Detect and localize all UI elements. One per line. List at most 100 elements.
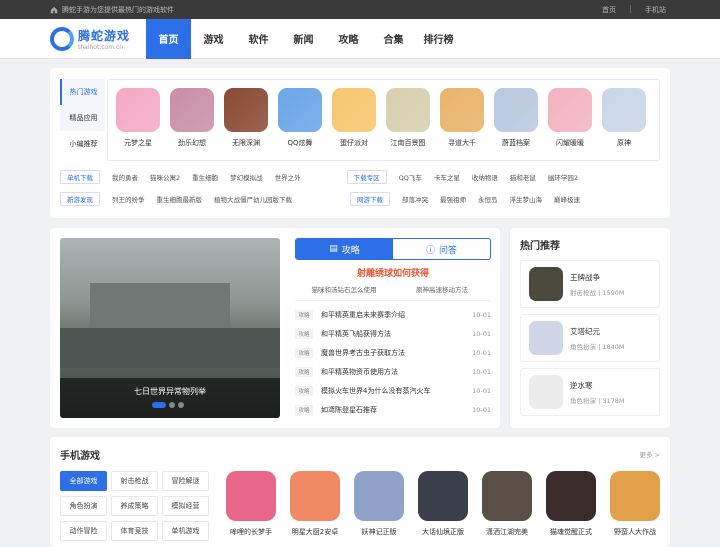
game-icon[interactable] [529, 375, 563, 409]
mobile-game-item[interactable]: 明星大厨2安卓 [290, 471, 340, 537]
tag-online-games[interactable]: 网游下载 [350, 192, 390, 206]
game-name[interactable]: 蛋仔派对 [340, 138, 368, 148]
mobile-game-item[interactable]: 大话仙境正版 [418, 471, 468, 537]
game-name[interactable]: 明星大厨2安卓 [292, 527, 338, 537]
news-title[interactable]: 魔兽世界考古虫子获取方法 [321, 348, 472, 358]
news-title[interactable]: 和平精英物资币使用方法 [321, 367, 472, 377]
link-item[interactable]: 重生细胞 [192, 172, 218, 182]
slider-dot[interactable] [178, 402, 184, 408]
topbar-link-home[interactable]: 首页 [598, 5, 620, 15]
game-icon[interactable] [290, 471, 340, 521]
game-icon[interactable] [226, 471, 276, 521]
news-item[interactable]: 攻略 魔兽世界考古虫子获取方法 10-01 [295, 348, 491, 358]
link-item[interactable]: 收纳物语 [472, 172, 498, 182]
game-icon[interactable] [482, 471, 532, 521]
game-icon[interactable] [354, 471, 404, 521]
game-name[interactable]: 闪耀暖暖 [556, 138, 584, 148]
banner-slider[interactable]: 七日世界异常物列举 [60, 238, 280, 418]
game-icon[interactable] [170, 88, 214, 132]
game-icon[interactable] [332, 88, 376, 132]
hot-game-item[interactable]: 江南百景图 [386, 88, 430, 148]
tab-hot-games[interactable]: 热门游戏 [60, 79, 105, 105]
category-filter[interactable]: 动作冒险 [60, 521, 107, 541]
news-title[interactable]: 和平精英飞船获得方法 [321, 329, 472, 339]
link-item[interactable]: 永恒岛 [478, 194, 498, 204]
link-item[interactable]: 列王的纷争 [112, 194, 145, 204]
nav-rankings[interactable]: 排行榜 [416, 19, 461, 59]
hot-game-item[interactable]: 寻道大千 [440, 88, 484, 148]
hot-game-item[interactable]: 元梦之星 [116, 88, 160, 148]
site-logo[interactable]: 腾蛇游戏 thaihot.com.cn [50, 26, 146, 51]
game-icon[interactable] [440, 88, 484, 132]
game-icon[interactable] [116, 88, 160, 132]
link-item[interactable]: 我的勇者 [112, 172, 138, 182]
news-item[interactable]: 攻略 如鸢陈登星石推荐 10-01 [295, 405, 491, 415]
game-name[interactable]: 野蛮人大作战 [614, 527, 656, 537]
nav-collections[interactable]: 合集 [371, 19, 416, 59]
link-item[interactable]: 卡车之星 [434, 172, 460, 182]
game-name[interactable]: 蔚蓝档案 [502, 138, 530, 148]
news-title[interactable]: 和平精英重启未来赛季介绍 [321, 310, 472, 320]
news-title[interactable]: 如鸢陈登星石推荐 [321, 405, 472, 415]
game-icon[interactable] [546, 471, 596, 521]
news-item[interactable]: 攻略 和平精英重启未来赛季介绍 10-01 [295, 310, 491, 320]
tab-qa[interactable]: ⓘ 问答 [393, 239, 490, 259]
link-item[interactable]: 植物大战僵尸幼儿园版下载 [214, 194, 292, 204]
mobile-game-item[interactable]: 哞哩的长梦手 [226, 471, 276, 537]
link-item[interactable]: 部落冲突 [402, 194, 428, 204]
category-filter[interactable]: 角色扮演 [60, 496, 107, 516]
hot-game-item[interactable]: 闪耀暖暖 [548, 88, 592, 148]
nav-news[interactable]: 新闻 [281, 19, 326, 59]
mobile-game-item[interactable]: 妖神记正版 [354, 471, 404, 537]
link-item[interactable]: 最强祖师 [440, 194, 466, 204]
tag-download-zone[interactable]: 下载专区 [346, 170, 387, 184]
more-link[interactable]: 更多 > [639, 449, 660, 459]
link-item[interactable]: 重生细胞最新版 [157, 194, 203, 204]
mobile-game-item[interactable]: 野蛮人大作战 [610, 471, 660, 537]
game-name[interactable]: 猫魂觉醒正式 [550, 527, 592, 537]
game-icon[interactable] [610, 471, 660, 521]
hot-game-item[interactable]: QQ炫舞 [278, 88, 322, 148]
game-icon[interactable] [224, 88, 268, 132]
game-name[interactable]: 劲乐幻想 [178, 138, 206, 148]
category-filter[interactable]: 冒险解谜 [162, 471, 209, 491]
hot-game-item[interactable]: 蔚蓝档案 [494, 88, 538, 148]
headline[interactable]: 射雕绣球如何获得 [295, 266, 491, 279]
hot-game-item[interactable]: 无限深渊 [224, 88, 268, 148]
game-name[interactable]: 妖神记正版 [362, 527, 397, 537]
game-name[interactable]: 无限深渊 [232, 138, 260, 148]
game-name[interactable]: 潇洒江湖完美 [486, 527, 528, 537]
link-item[interactable]: 猫和老鼠 [510, 172, 536, 182]
recommend-item[interactable]: 王牌战争 射击枪战 | 1590M [520, 260, 660, 308]
recommend-name[interactable]: 艾塔纪元 [570, 326, 624, 337]
sub-headline[interactable]: 原神高速移动方法 [393, 284, 491, 294]
game-name[interactable]: 大话仙境正版 [422, 527, 464, 537]
game-icon[interactable] [418, 471, 468, 521]
link-item[interactable]: QQ飞车 [399, 172, 422, 182]
link-item[interactable]: 梦幻模拟战 [230, 172, 263, 182]
game-name[interactable]: 寻道大千 [448, 138, 476, 148]
link-item[interactable]: 猫咪公寓2 [150, 172, 180, 182]
game-icon[interactable] [494, 88, 538, 132]
game-icon[interactable] [386, 88, 430, 132]
category-filter[interactable]: 养成策略 [111, 496, 158, 516]
recommend-item[interactable]: 艾塔纪元 角色扮演 | 1840M [520, 314, 660, 362]
slider-dot[interactable] [169, 402, 175, 408]
game-icon[interactable] [529, 267, 563, 301]
sub-headline[interactable]: 猫咪和汤钻石怎么使用 [295, 284, 393, 294]
hot-game-item[interactable]: 原神 [602, 88, 646, 148]
nav-games[interactable]: 游戏 [191, 19, 236, 59]
topbar-link-mobile[interactable]: 手机站 [641, 5, 670, 15]
game-icon[interactable] [602, 88, 646, 132]
category-filter[interactable]: 射击枪战 [111, 471, 158, 491]
game-name[interactable]: 哞哩的长梦手 [230, 527, 272, 537]
game-name[interactable]: QQ炫舞 [287, 138, 312, 148]
nav-software[interactable]: 软件 [236, 19, 281, 59]
mobile-game-item[interactable]: 猫魂觉醒正式 [546, 471, 596, 537]
recommend-item[interactable]: 逆水寒 角色扮演 | 3178M [520, 368, 660, 416]
tab-quality-apps[interactable]: 精品应用 [60, 105, 105, 131]
link-item[interactable]: 幽环学园2 [548, 172, 578, 182]
slider-dot-active[interactable] [152, 402, 166, 408]
tab-guides[interactable]: ▤ 攻略 [296, 239, 393, 259]
nav-home[interactable]: 首页 [146, 18, 191, 59]
